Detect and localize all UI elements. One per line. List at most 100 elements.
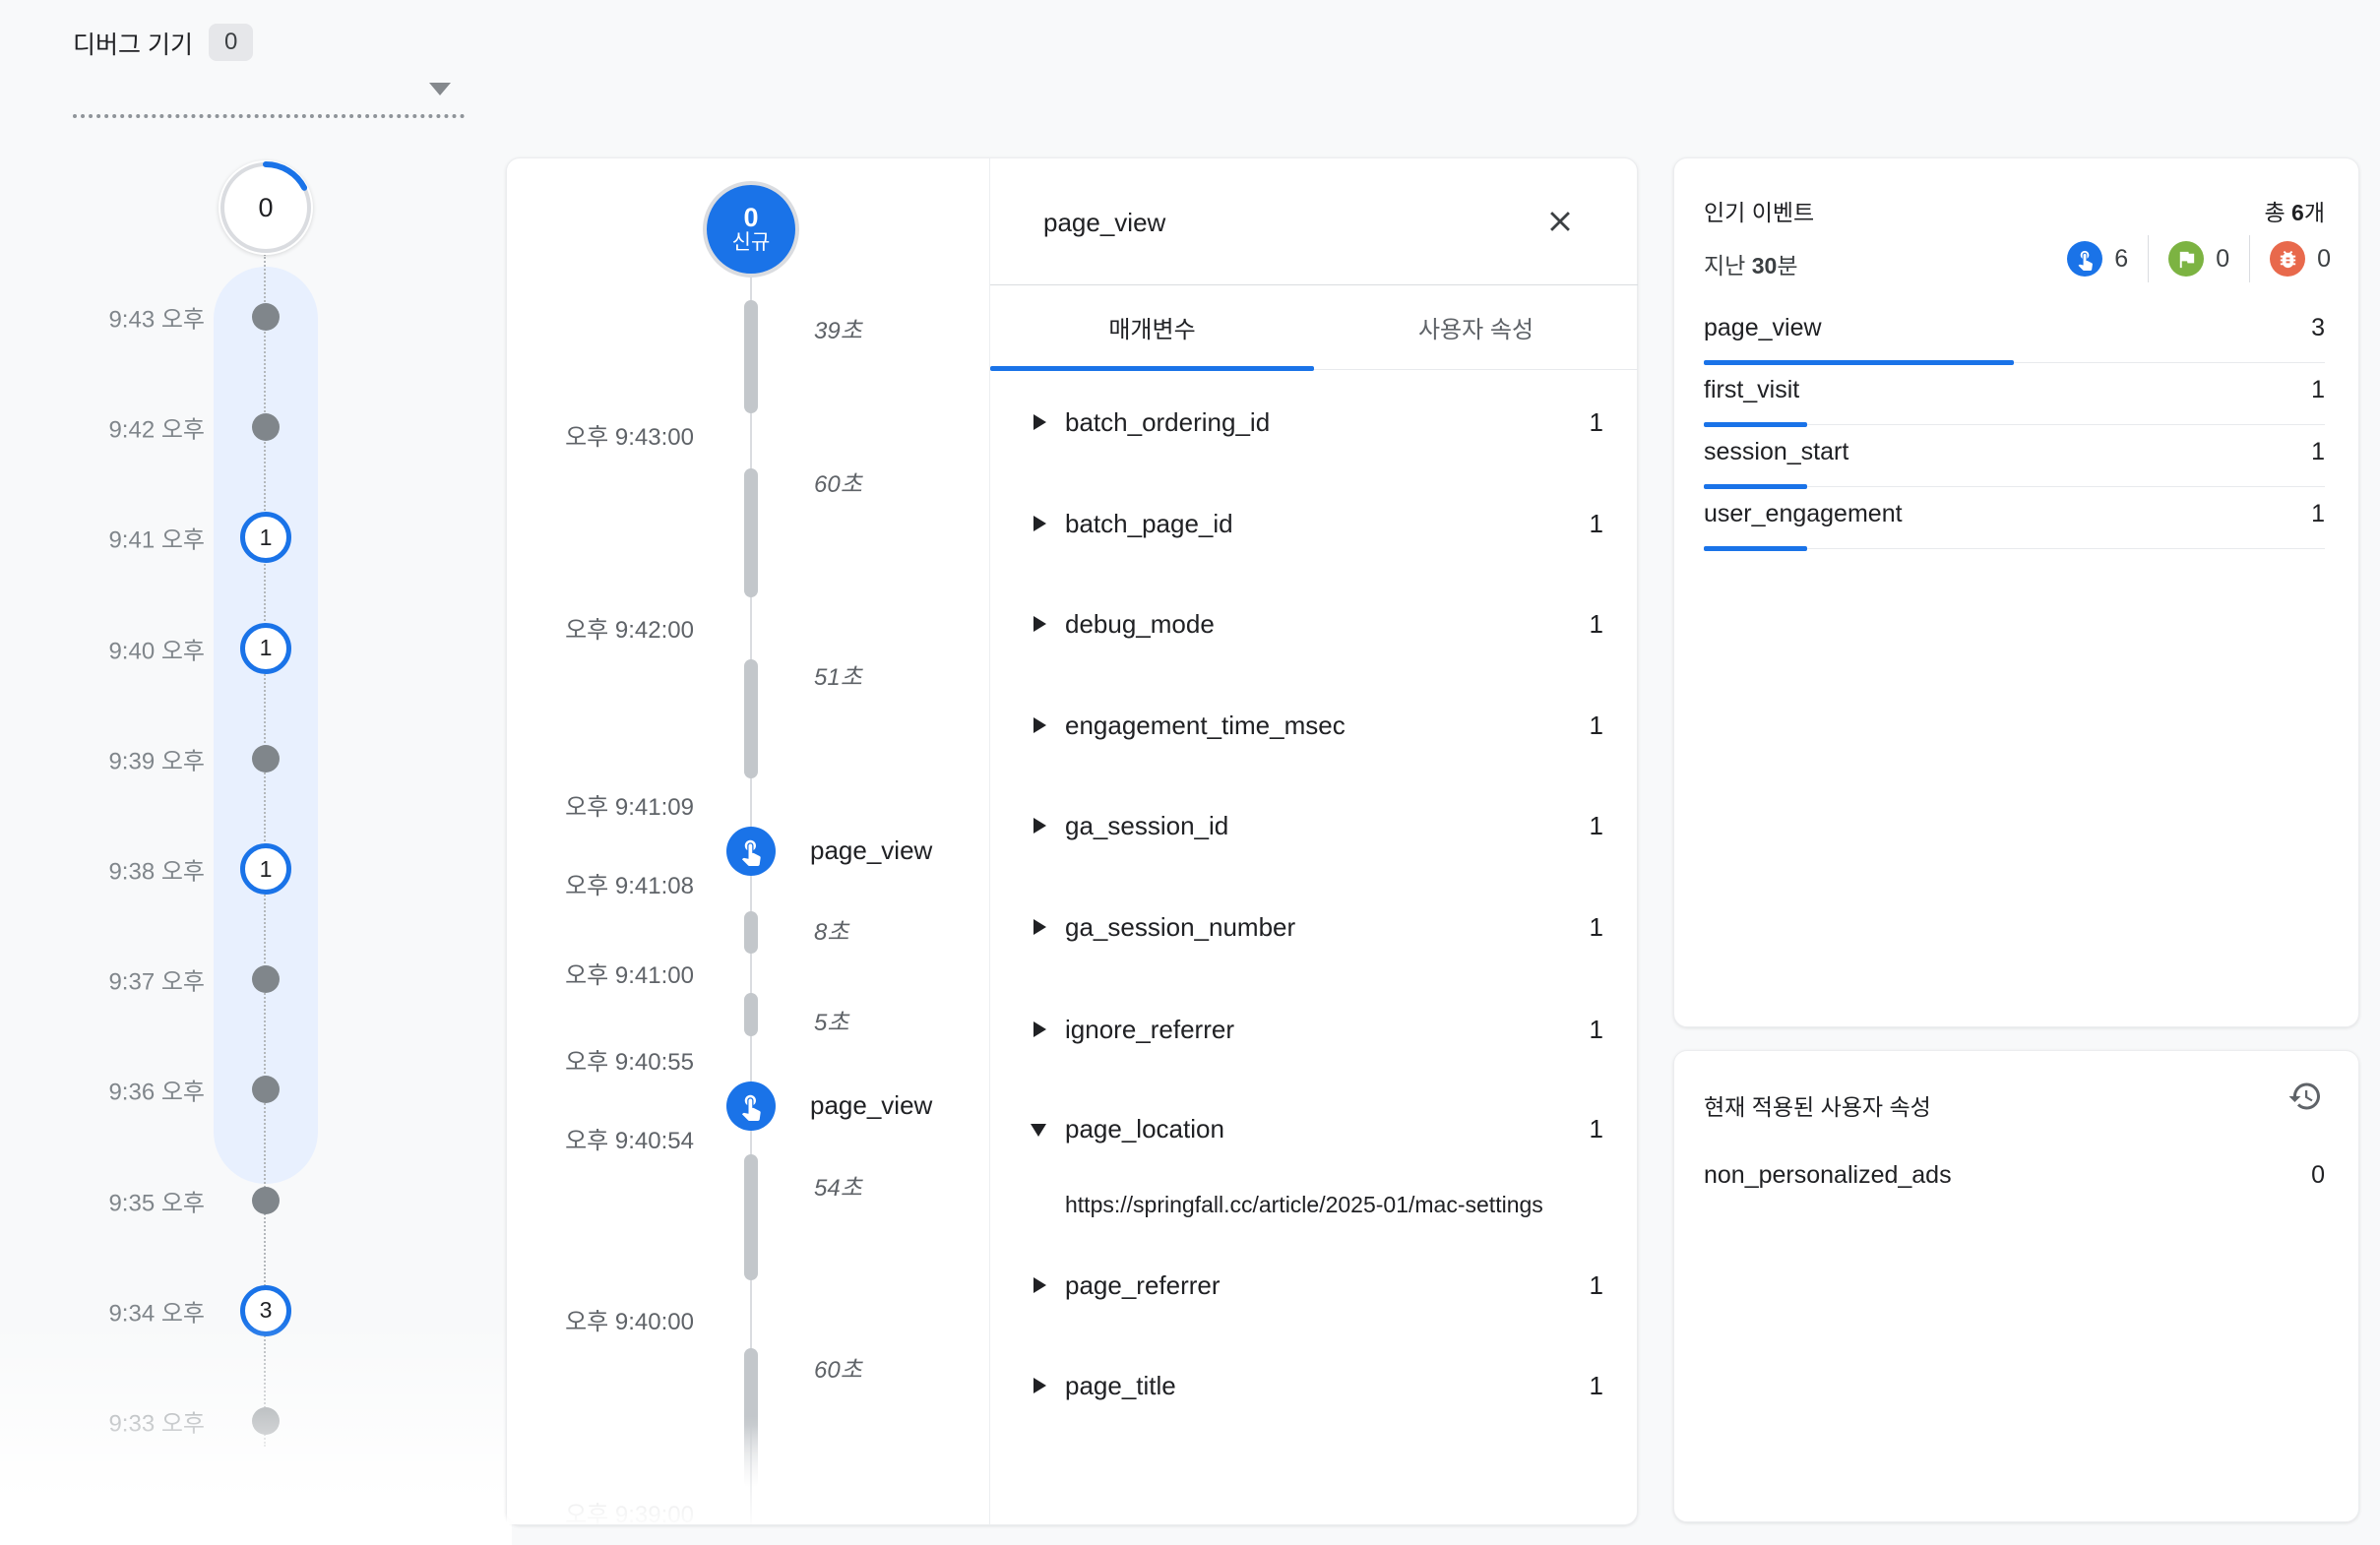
param-name: debug_mode: [1065, 609, 1215, 640]
timeline-count-marker[interactable]: 1: [240, 843, 291, 895]
timeline-row[interactable]: 9:37 오후: [0, 952, 512, 1007]
chevron-collapsed-icon[interactable]: [1033, 516, 1046, 531]
timeline-time-label: 9:42 오후: [57, 410, 205, 445]
history-icon: [2287, 1079, 2323, 1114]
user-property-value: 0: [2311, 1161, 2325, 1190]
timeline-time-label: 9:36 오후: [57, 1073, 205, 1107]
event-marker-label[interactable]: page_view: [810, 835, 932, 866]
stream-timestamp: 오후 9:41:09: [536, 787, 694, 822]
timeline-row[interactable]: 9:35 오후: [0, 1173, 512, 1228]
top-event-row[interactable]: first_visit1: [1704, 362, 2325, 425]
timeline-row[interactable]: 9:38 오후1: [0, 841, 512, 896]
param-row[interactable]: page_location1: [990, 1104, 1638, 1155]
tab-parameters[interactable]: 매개변수: [990, 285, 1314, 369]
detail-tabs: 매개변수사용자 속성: [990, 285, 1638, 369]
touch-icon: [2074, 248, 2097, 271]
param-value: 1: [1590, 609, 1603, 640]
top-event-row[interactable]: page_view3: [1704, 300, 2325, 363]
param-value: 1: [1590, 509, 1603, 539]
counter-divider: [2249, 235, 2250, 282]
param-name: page_referrer: [1065, 1270, 1221, 1301]
engagement-capsule: [744, 300, 758, 413]
stream-timestamp: 오후 9:41:08: [536, 866, 694, 900]
stream-timestamp: 오후 9:40:00: [536, 1302, 694, 1336]
window-suffix: 분: [1777, 253, 1797, 278]
engagement-capsule: [744, 993, 758, 1036]
top-event-row[interactable]: user_engagement1: [1704, 486, 2325, 549]
top-event-count: 1: [2311, 376, 2325, 404]
event-marker[interactable]: [726, 1082, 776, 1131]
event-marker[interactable]: [726, 827, 776, 876]
stream-timestamp: 오후 9:42:00: [536, 610, 694, 645]
bug-icon: [2277, 248, 2299, 271]
chevron-collapsed-icon[interactable]: [1033, 919, 1046, 935]
flag-icon: [2168, 241, 2204, 277]
param-row[interactable]: ga_session_id1: [990, 801, 1638, 852]
top-event-name: session_start: [1704, 438, 1848, 466]
param-row[interactable]: engagement_time_msec1: [990, 701, 1638, 752]
timeline-dot-marker[interactable]: [252, 1187, 280, 1214]
param-expanded-value: https://springfall.cc/article/2025-01/ma…: [1065, 1192, 1631, 1218]
timeline-dot-marker[interactable]: [252, 965, 280, 993]
param-row[interactable]: page_referrer1: [990, 1261, 1638, 1312]
chevron-collapsed-icon[interactable]: [1033, 818, 1046, 834]
timeline-row[interactable]: 9:40 오후 1: [0, 621, 512, 676]
counter-value: 6: [2114, 245, 2128, 274]
timeline-dot-marker[interactable]: [252, 413, 280, 441]
current-minute-marker[interactable]: 0: [219, 160, 313, 255]
second-timeline: 0 신규 오후 9:43:00오후 9:42:00오후 9:41:09오후 9:…: [507, 158, 989, 1524]
param-name: batch_page_id: [1065, 509, 1233, 539]
param-row[interactable]: batch_ordering_id1: [990, 398, 1638, 449]
history-button[interactable]: [2287, 1079, 2331, 1122]
chevron-collapsed-icon[interactable]: [1033, 717, 1046, 733]
param-value: 1: [1590, 711, 1603, 741]
total-prefix: 총: [2264, 200, 2291, 225]
chevron-collapsed-icon[interactable]: [1033, 414, 1046, 430]
timeline-dot-marker[interactable]: [252, 1076, 280, 1103]
tab-user-properties[interactable]: 사용자 속성: [1314, 285, 1638, 369]
top-event-row[interactable]: session_start1: [1704, 424, 2325, 487]
timeline-time-label: 9:40 오후: [57, 631, 205, 665]
user-property-row[interactable]: non_personalized_ads0: [1704, 1149, 2325, 1208]
param-name: ga_session_number: [1065, 912, 1295, 943]
timeline-row[interactable]: 9:39 오후: [0, 731, 512, 786]
window-prefix: 지난: [1704, 253, 1752, 278]
new-events-badge[interactable]: 0 신규: [703, 181, 799, 278]
param-row[interactable]: ga_session_number1: [990, 902, 1638, 954]
close-button[interactable]: [1543, 205, 1583, 244]
current-minute-count: 0: [219, 160, 313, 255]
timeline-row[interactable]: 9:41 오후1: [0, 510, 512, 565]
param-name: ga_session_id: [1065, 811, 1228, 841]
flag-icon: [2175, 248, 2198, 271]
timeline-row[interactable]: 9:36 오후: [0, 1062, 512, 1117]
timeline-count-marker[interactable]: 1: [240, 512, 291, 563]
engagement-capsule: [744, 1154, 758, 1280]
summary-counter: 0: [2168, 241, 2229, 277]
top-event-name: user_engagement: [1704, 500, 1903, 528]
chevron-collapsed-icon[interactable]: [1033, 1378, 1046, 1393]
engagement-capsule: [744, 468, 758, 597]
top-events-total: 총 6개: [2264, 194, 2325, 227]
event-marker-label[interactable]: page_view: [810, 1090, 932, 1121]
counter-value: 0: [2317, 245, 2331, 274]
param-row[interactable]: page_title1: [990, 1361, 1638, 1412]
chevron-collapsed-icon[interactable]: [1033, 616, 1046, 632]
top-event-count-bar: [1704, 546, 1807, 551]
chevron-expanded-icon[interactable]: [1031, 1124, 1046, 1137]
chevron-collapsed-icon[interactable]: [1033, 1277, 1046, 1293]
timeline-time-label: 9:39 오후: [57, 741, 205, 775]
summary-counter: 0: [2270, 241, 2331, 277]
timeline-dot-marker[interactable]: [252, 745, 280, 772]
param-row[interactable]: batch_page_id 1: [990, 499, 1638, 550]
chevron-collapsed-icon[interactable]: [1033, 1021, 1046, 1037]
param-row[interactable]: ignore_referrer1: [990, 1005, 1638, 1056]
timeline-row[interactable]: 9:43 오후: [0, 289, 512, 344]
param-value: 1: [1590, 407, 1603, 438]
timeline-dot-marker[interactable]: [252, 303, 280, 331]
timeline-count-marker[interactable]: 1: [240, 623, 291, 674]
stream-timestamp: 오후 9:40:55: [536, 1042, 694, 1077]
summary-counter: 6: [2067, 241, 2128, 277]
param-row[interactable]: debug_mode 1: [990, 599, 1638, 650]
user-properties-title: 현재 적용된 사용자 속성: [1704, 1088, 1931, 1122]
timeline-row[interactable]: 9:42 오후: [0, 400, 512, 455]
